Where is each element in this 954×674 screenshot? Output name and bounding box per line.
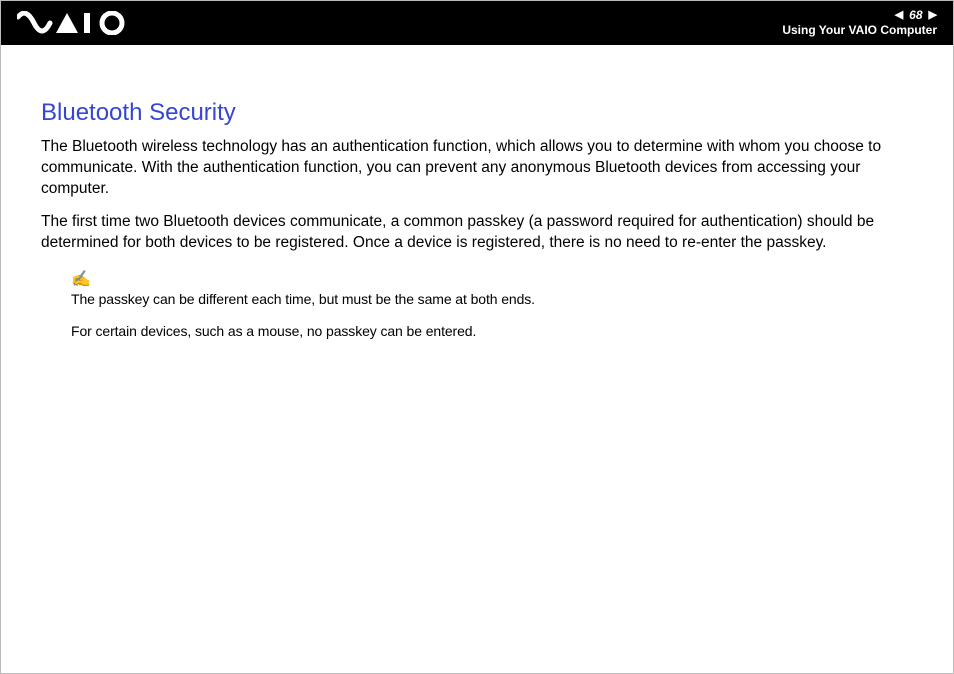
paragraph-2: The first time two Bluetooth devices com… xyxy=(41,212,917,254)
page-nav: ◀ 68 ▶ xyxy=(895,9,937,22)
next-page-icon[interactable]: ▶ xyxy=(929,9,937,21)
paragraph-1: The Bluetooth wireless technology has an… xyxy=(41,137,917,200)
vaio-logo xyxy=(17,11,137,35)
header-right: ◀ 68 ▶ Using Your VAIO Computer xyxy=(782,9,937,37)
section-title: Using Your VAIO Computer xyxy=(782,24,937,37)
document-page: ◀ 68 ▶ Using Your VAIO Computer Bluetoot… xyxy=(0,0,954,674)
note-line-2: For certain devices, such as a mouse, no… xyxy=(71,322,917,340)
note-icon: ✍ xyxy=(71,272,917,288)
page-number: 68 xyxy=(909,9,922,22)
prev-page-icon[interactable]: ◀ xyxy=(895,9,903,21)
note-line-1: The passkey can be different each time, … xyxy=(71,290,917,308)
note-block: ✍ The passkey can be different each time… xyxy=(71,272,917,340)
page-heading: Bluetooth Security xyxy=(41,99,917,127)
header-bar: ◀ 68 ▶ Using Your VAIO Computer xyxy=(1,1,953,45)
content-area: Bluetooth Security The Bluetooth wireles… xyxy=(1,45,953,340)
